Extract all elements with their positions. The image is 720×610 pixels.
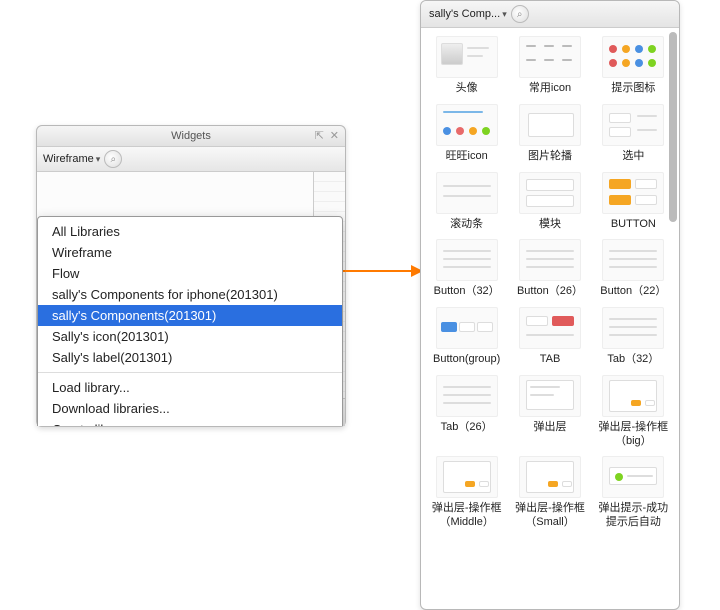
close-icon[interactable]: ✕ xyxy=(330,129,339,142)
component-cell[interactable]: Button(group) xyxy=(427,307,506,367)
component-label: BUTTON xyxy=(594,218,673,232)
widgets-panel: Widgets ⇱ ✕ Wireframe ▾ ⌕ All LibrariesW… xyxy=(36,125,346,427)
component-label: 滚动条 xyxy=(427,218,506,232)
component-label: Button（22） xyxy=(594,285,673,299)
component-label: Tab（32） xyxy=(594,353,673,367)
component-thumbnail xyxy=(436,375,498,417)
component-cell[interactable]: 弹出层 xyxy=(510,375,589,449)
component-label: 弹出层 xyxy=(510,421,589,435)
component-thumbnail xyxy=(602,172,664,214)
component-thumbnail xyxy=(602,104,664,146)
menu-item-action[interactable]: Create library... xyxy=(38,419,342,426)
component-thumbnail xyxy=(436,239,498,281)
component-thumbnail xyxy=(519,307,581,349)
component-thumbnail xyxy=(436,456,498,498)
component-label: 弹出层-操作框（Small） xyxy=(510,502,589,530)
component-cell[interactable]: 选中 xyxy=(594,104,673,164)
menu-item-library[interactable]: All Libraries xyxy=(38,221,342,242)
component-thumbnail xyxy=(436,172,498,214)
scrollbar[interactable] xyxy=(669,32,677,605)
component-cell[interactable]: TAB xyxy=(510,307,589,367)
component-cell[interactable]: 弹出层-操作框（Middle） xyxy=(427,456,506,530)
library-dropdown: All LibrariesWireframeFlowsally's Compon… xyxy=(37,216,343,426)
component-thumbnail xyxy=(602,239,664,281)
library-toolbar: Wireframe ▾ ⌕ xyxy=(37,147,345,172)
component-thumbnail xyxy=(602,36,664,78)
component-label: Tab（26） xyxy=(427,421,506,435)
search-icon[interactable]: ⌕ xyxy=(511,5,529,23)
component-thumbnail xyxy=(602,307,664,349)
library-selected-label: Wireframe xyxy=(43,153,94,165)
component-label: 选中 xyxy=(594,150,673,164)
panel-body: All LibrariesWireframeFlowsally's Compon… xyxy=(37,172,345,426)
component-thumbnail xyxy=(519,36,581,78)
component-thumbnail xyxy=(519,104,581,146)
component-cell[interactable]: 弹出层-操作框（Small） xyxy=(510,456,589,530)
panel-title: Widgets xyxy=(171,130,211,142)
component-cell[interactable]: Button（22） xyxy=(594,239,673,299)
component-thumbnail xyxy=(519,456,581,498)
library-selector[interactable]: Wireframe ▾ xyxy=(43,153,100,165)
component-label: TAB xyxy=(510,353,589,367)
menu-item-action[interactable]: Download libraries... xyxy=(38,398,342,419)
component-thumbnail xyxy=(602,375,664,417)
component-cell[interactable]: 头像 xyxy=(427,36,506,96)
chevron-down-icon: ▾ xyxy=(96,154,101,165)
menu-item-library[interactable]: Flow xyxy=(38,263,342,284)
arrow-icon xyxy=(335,270,421,272)
menu-separator xyxy=(38,372,342,373)
component-thumbnail xyxy=(519,375,581,417)
component-cell[interactable]: 常用icon xyxy=(510,36,589,96)
components-grid: 头像常用icon 提示图标旺旺icon 图片轮播选中滚动条模块 BUTTON Butto… xyxy=(421,28,679,538)
component-label: 头像 xyxy=(427,82,506,96)
panel-title-bar: Widgets ⇱ ✕ xyxy=(37,126,345,147)
component-label: 常用icon xyxy=(510,82,589,96)
component-label: 模块 xyxy=(510,218,589,232)
component-thumbnail xyxy=(436,104,498,146)
component-label: 弹出层-操作框（Middle） xyxy=(427,502,506,530)
components-panel: sally's Comp... ▾ ⌕ 头像常用icon 提示图标旺旺icon 图片… xyxy=(420,0,680,610)
component-label: 弹出层-操作框（big） xyxy=(594,421,673,449)
component-cell[interactable]: 图片轮播 xyxy=(510,104,589,164)
menu-item-library[interactable]: sally's Components for iphone(201301) xyxy=(38,284,342,305)
component-label: 弹出提示-成功提示后自动 xyxy=(594,502,673,530)
chevron-down-icon: ▾ xyxy=(502,9,507,20)
component-cell[interactable]: Tab（32） xyxy=(594,307,673,367)
component-thumbnail xyxy=(436,307,498,349)
component-thumbnail xyxy=(519,172,581,214)
menu-item-action[interactable]: Load library... xyxy=(38,377,342,398)
component-cell[interactable]: 弹出提示-成功提示后自动 xyxy=(594,456,673,530)
component-thumbnail xyxy=(436,36,498,78)
library-selected-label: sally's Comp... xyxy=(429,8,500,20)
component-cell[interactable]: Button（26） xyxy=(510,239,589,299)
menu-item-library[interactable]: Sally's icon(201301) xyxy=(38,326,342,347)
search-icon[interactable]: ⌕ xyxy=(104,150,122,168)
component-cell[interactable]: 滚动条 xyxy=(427,172,506,232)
component-label: 旺旺icon xyxy=(427,150,506,164)
component-cell[interactable]: Button（32） xyxy=(427,239,506,299)
component-cell[interactable]: 弹出层-操作框（big） xyxy=(594,375,673,449)
component-cell[interactable]: Tab（26） xyxy=(427,375,506,449)
menu-item-library[interactable]: Sally's label(201301) xyxy=(38,347,342,368)
component-cell[interactable]: BUTTON xyxy=(594,172,673,232)
component-cell[interactable]: 旺旺icon xyxy=(427,104,506,164)
menu-item-library[interactable]: sally's Components(201301) xyxy=(38,305,342,326)
component-label: Button(group) xyxy=(427,353,506,367)
component-label: 提示图标 xyxy=(594,82,673,96)
component-label: 图片轮播 xyxy=(510,150,589,164)
library-selector[interactable]: sally's Comp... ▾ xyxy=(429,8,507,20)
component-thumbnail xyxy=(602,456,664,498)
component-label: Button（26） xyxy=(510,285,589,299)
component-label: Button（32） xyxy=(427,285,506,299)
component-cell[interactable]: 模块 xyxy=(510,172,589,232)
component-thumbnail xyxy=(519,239,581,281)
dock-icon[interactable]: ⇱ xyxy=(315,129,324,142)
component-cell[interactable]: 提示图标 xyxy=(594,36,673,96)
scrollbar-thumb[interactable] xyxy=(669,32,677,222)
components-toolbar: sally's Comp... ▾ ⌕ xyxy=(421,1,679,28)
menu-item-library[interactable]: Wireframe xyxy=(38,242,342,263)
